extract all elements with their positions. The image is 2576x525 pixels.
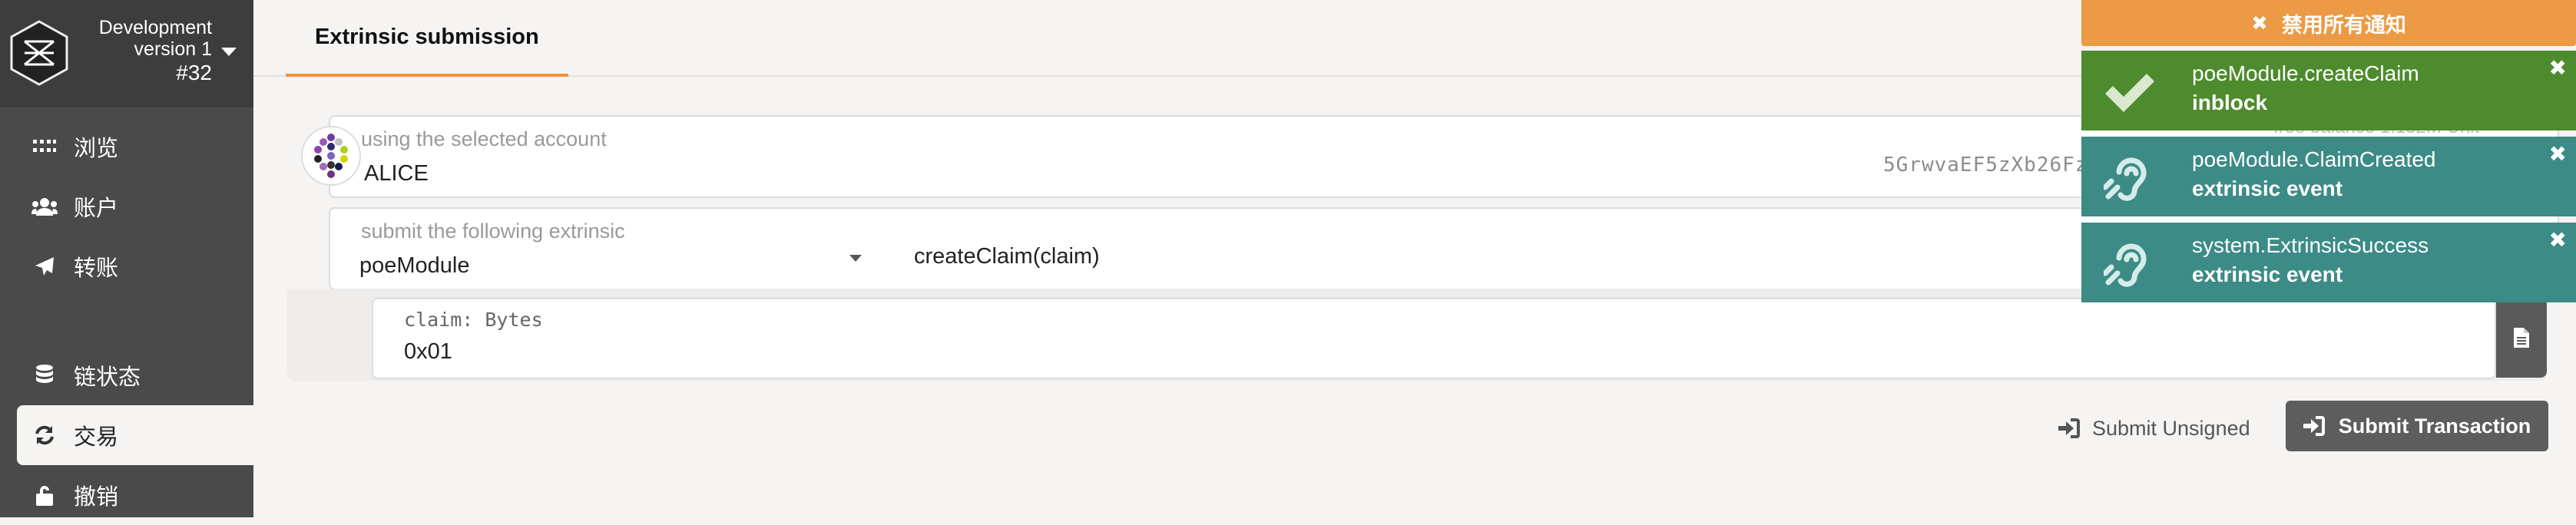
notification-toast: poeModule.ClaimCreated extrinsic event ✖ bbox=[2081, 137, 2576, 216]
chevron-down-icon[interactable] bbox=[849, 255, 862, 262]
sidebar-item-label: 转账 bbox=[74, 256, 119, 281]
submit-transaction-label: Submit Transaction bbox=[2338, 414, 2531, 438]
tab-extrinsic-submission[interactable]: Extrinsic submission bbox=[286, 0, 568, 77]
notification-title: system.ExtrinsicSuccess bbox=[2192, 233, 2429, 257]
unlock-icon bbox=[29, 484, 60, 506]
claim-param-label: claim: Bytes bbox=[404, 309, 543, 331]
avatar bbox=[301, 126, 361, 186]
sidebar-item-transfer[interactable]: 转账 bbox=[0, 236, 253, 296]
ear-icon bbox=[2100, 235, 2158, 293]
ear-icon bbox=[2100, 149, 2158, 207]
database-icon bbox=[29, 365, 60, 386]
chain-info-panel[interactable]: Development version 1 #32 bbox=[0, 0, 253, 107]
method-dropdown[interactable]: createClaim(claim) bbox=[914, 244, 1100, 269]
sidebar-item-sudo[interactable]: 撤销 bbox=[0, 465, 253, 525]
dismiss-all-notifications-button[interactable]: ✖ 禁用所有通知 bbox=[2081, 0, 2576, 46]
close-icon[interactable]: ✖ bbox=[2549, 55, 2567, 81]
paper-plane-icon bbox=[29, 256, 60, 276]
chain-title: Development bbox=[98, 17, 212, 38]
submit-unsigned-label: Submit Unsigned bbox=[2092, 416, 2250, 440]
submit-transaction-button[interactable]: Submit Transaction bbox=[2286, 401, 2548, 451]
module-dropdown[interactable]: poeModule bbox=[359, 253, 470, 279]
notification-status: extrinsic event bbox=[2192, 177, 2343, 200]
sign-in-icon bbox=[2303, 416, 2325, 436]
notification-toast: system.ExtrinsicSuccess extrinsic event … bbox=[2081, 223, 2576, 302]
sidebar: Development version 1 #32 浏览 账户 转账 链状态 交… bbox=[0, 0, 253, 517]
sidebar-item-label: 撤销 bbox=[74, 485, 119, 510]
notification-status: inblock bbox=[2192, 91, 2268, 114]
notification-toast: poeModule.createClaim inblock ✖ bbox=[2081, 51, 2576, 130]
notification-status: extrinsic event bbox=[2192, 262, 2343, 286]
file-upload-button[interactable] bbox=[2496, 298, 2547, 378]
chevron-down-icon[interactable] bbox=[221, 48, 237, 56]
close-icon[interactable]: ✖ bbox=[2549, 141, 2567, 167]
sidebar-item-extrinsics[interactable]: 交易 bbox=[17, 405, 253, 465]
dots-grid-icon bbox=[29, 138, 60, 155]
sidebar-item-label: 浏览 bbox=[74, 137, 119, 161]
claim-input[interactable]: claim: Bytes 0x01 bbox=[372, 298, 2496, 379]
close-icon: ✖ bbox=[2251, 11, 2268, 35]
users-icon bbox=[29, 197, 60, 216]
chain-version: version 1 bbox=[134, 38, 212, 60]
sidebar-item-explorer[interactable]: 浏览 bbox=[0, 117, 253, 177]
sign-in-icon bbox=[2058, 418, 2080, 438]
check-icon bbox=[2100, 63, 2158, 121]
sidebar-item-label: 交易 bbox=[74, 425, 119, 450]
notification-title: poeModule.createClaim bbox=[2192, 61, 2419, 85]
notification-title: poeModule.ClaimCreated bbox=[2192, 147, 2436, 171]
claim-value: 0x01 bbox=[404, 339, 452, 364]
account-label: using the selected account bbox=[361, 127, 607, 150]
extrinsic-label: submit the following extrinsic bbox=[361, 220, 625, 243]
sync-icon bbox=[29, 424, 60, 446]
block-number: #32 bbox=[176, 61, 212, 84]
chain-name: Development version 1 #32 bbox=[99, 17, 212, 86]
sidebar-item-label: 账户 bbox=[74, 196, 119, 221]
sidebar-item-chainstate[interactable]: 链状态 bbox=[0, 345, 253, 405]
dismiss-all-label: 禁用所有通知 bbox=[2281, 13, 2406, 37]
sidebar-item-accounts[interactable]: 账户 bbox=[0, 177, 253, 236]
file-icon bbox=[2514, 328, 2529, 348]
submit-unsigned-button[interactable]: Submit Unsigned bbox=[2058, 404, 2250, 453]
substrate-logo-icon bbox=[10, 20, 68, 86]
sidebar-item-label: 链状态 bbox=[74, 365, 141, 390]
account-name: ALICE bbox=[364, 161, 429, 186]
account-address: 5GrwvaEF5zXb26Fz bbox=[1883, 154, 2088, 177]
close-icon[interactable]: ✖ bbox=[2549, 227, 2567, 253]
